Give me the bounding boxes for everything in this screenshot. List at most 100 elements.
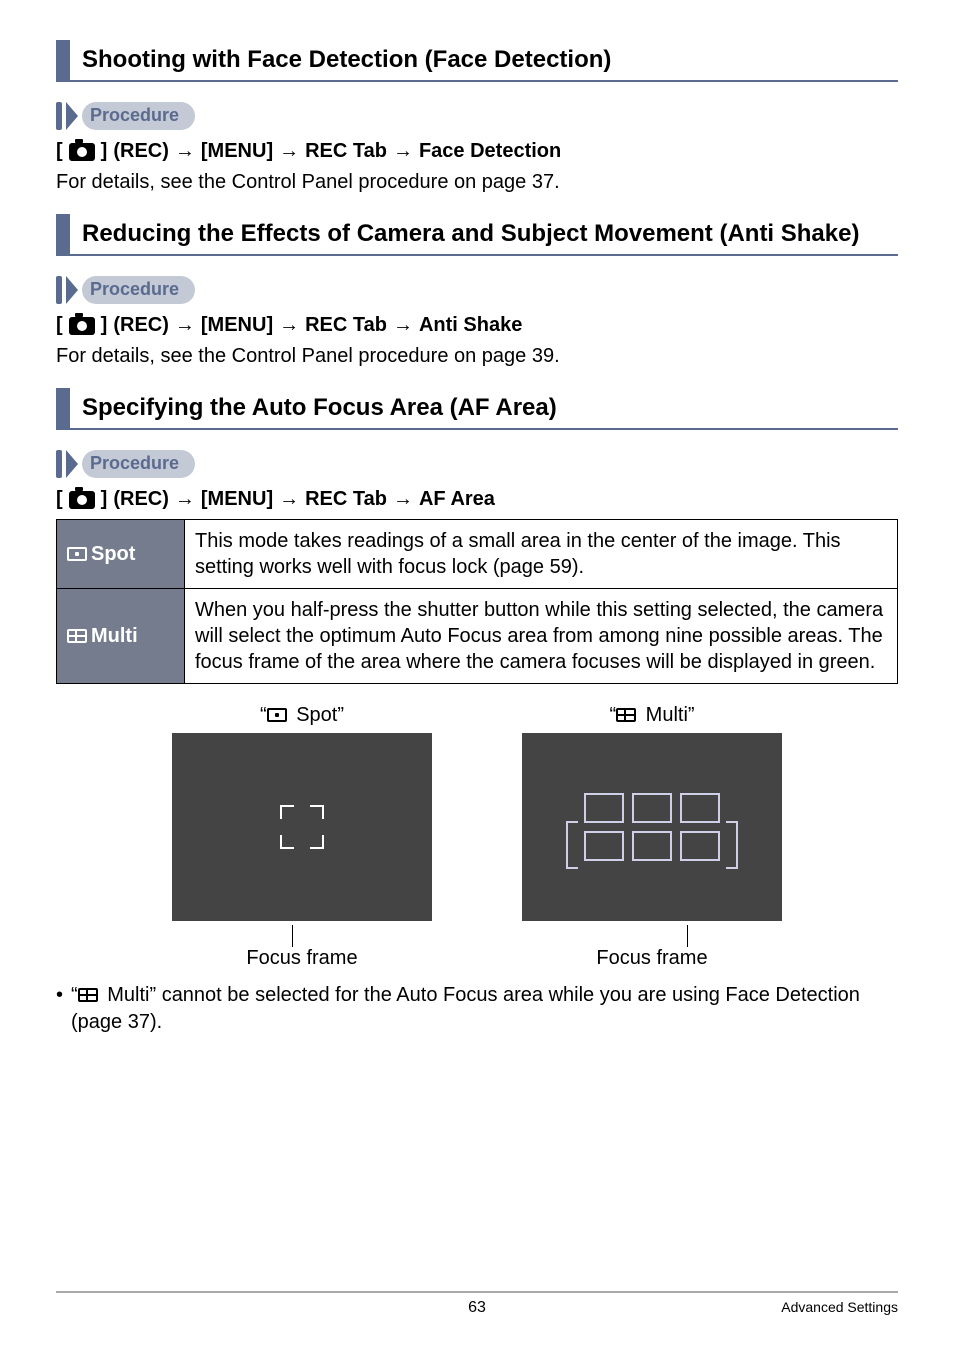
af-spot-header: Spot: [57, 520, 185, 589]
spot-icon: [67, 547, 87, 561]
path-seg: (REC): [113, 140, 169, 163]
procedure-label: Procedure: [56, 276, 195, 304]
procedure-path-af: [ ] (REC) → [MENU] → REC Tab → AF Area: [56, 488, 898, 511]
af-note-text: “ Multi” cannot be selected for the Auto…: [71, 982, 898, 1036]
procedure-arrow-icon: [66, 450, 78, 478]
note-prefix: “: [71, 984, 78, 1006]
anti-body-text: For details, see the Control Panel proce…: [56, 343, 898, 370]
heading-face-detection: Shooting with Face Detection (Face Detec…: [56, 40, 898, 82]
page-footer: 63 Advanced Settings: [56, 1291, 898, 1317]
preview-spot: “ Spot” Focus frame: [172, 704, 432, 970]
path-seg: AF Area: [419, 488, 495, 511]
multi-icon: [616, 708, 636, 722]
procedure-path-anti: [ ] (REC) → [MENU] → REC Tab → Anti Shak…: [56, 314, 898, 337]
multi-label: Multi: [91, 625, 138, 647]
arrow-icon: →: [175, 488, 195, 511]
preview-multi-caption: “ Multi”: [522, 704, 782, 727]
focus-frame-multi: [580, 789, 724, 865]
corner-icon: [280, 805, 294, 819]
af-note: • “ Multi” cannot be selected for the Au…: [56, 982, 898, 1036]
grid-cell: [632, 793, 672, 823]
procedure-pill: Procedure: [82, 276, 195, 304]
af-multi-header: Multi: [57, 589, 185, 684]
arrow-icon: →: [279, 140, 299, 163]
procedure-label: Procedure: [56, 102, 195, 130]
procedure-bar: [56, 276, 62, 304]
camera-icon: [69, 317, 95, 335]
cap-prefix: “: [609, 704, 616, 726]
path-seg: [MENU]: [201, 140, 273, 163]
heading-af-area: Specifying the Auto Focus Area (AF Area): [56, 388, 898, 430]
preview-spot-image: [172, 733, 432, 921]
spot-icon: [267, 708, 287, 722]
footer-row: 63 Advanced Settings: [56, 1299, 898, 1317]
open-bracket: [: [56, 314, 63, 337]
corner-icon: [280, 835, 294, 849]
focus-frame-label: Focus frame: [522, 947, 782, 970]
open-bracket: [: [56, 140, 63, 163]
preview-multi-image: [522, 733, 782, 921]
camera-icon: [69, 491, 95, 509]
bullet-icon: •: [56, 982, 71, 1036]
path-seg: [MENU]: [201, 488, 273, 511]
close-bracket: ]: [101, 314, 108, 337]
arrow-icon: →: [175, 314, 195, 337]
procedure-bar: [56, 102, 62, 130]
path-seg: REC Tab: [305, 488, 387, 511]
cap-suffix: Spot”: [291, 704, 344, 726]
grid-cell: [632, 831, 672, 861]
arrow-icon: →: [393, 140, 413, 163]
arrow-icon: →: [279, 488, 299, 511]
preview-multi: “ Multi” Focus frame: [522, 704, 782, 970]
af-area-table: Spot This mode takes readings of a small…: [56, 519, 898, 684]
preview-spot-caption: “ Spot”: [172, 704, 432, 727]
pointer-line: [687, 925, 688, 947]
procedure-pill: Procedure: [82, 102, 195, 130]
arrow-icon: →: [393, 488, 413, 511]
multi-icon: [67, 629, 87, 643]
procedure-arrow-icon: [66, 102, 78, 130]
spot-label: Spot: [91, 543, 135, 565]
camera-icon: [69, 143, 95, 161]
path-seg: Face Detection: [419, 140, 561, 163]
procedure-pill: Procedure: [82, 450, 195, 478]
arrow-icon: →: [175, 140, 195, 163]
af-previews: “ Spot” Focus frame “ Multi” Focus fra: [56, 704, 898, 970]
close-bracket: ]: [101, 140, 108, 163]
path-seg: (REC): [113, 314, 169, 337]
heading-anti-shake: Reducing the Effects of Camera and Subje…: [56, 214, 898, 256]
bracket-left-icon: [566, 821, 578, 869]
note-body: Multi” cannot be selected for the Auto F…: [71, 984, 860, 1033]
cap-prefix: “: [260, 704, 267, 726]
corner-icon: [310, 835, 324, 849]
af-spot-desc: This mode takes readings of a small area…: [185, 520, 898, 589]
arrow-icon: →: [279, 314, 299, 337]
path-seg: Anti Shake: [419, 314, 522, 337]
table-row: Multi When you half-press the shutter bu…: [57, 589, 898, 684]
bracket-right-icon: [726, 821, 738, 869]
procedure-label: Procedure: [56, 450, 195, 478]
af-multi-desc: When you half-press the shutter button w…: [185, 589, 898, 684]
grid-cell: [584, 793, 624, 823]
multi-icon: [78, 988, 98, 1002]
path-seg: REC Tab: [305, 314, 387, 337]
grid-cell: [680, 793, 720, 823]
procedure-path-face: [ ] (REC) → [MENU] → REC Tab → Face Dete…: [56, 140, 898, 163]
procedure-bar: [56, 450, 62, 478]
procedure-arrow-icon: [66, 276, 78, 304]
cap-suffix: Multi”: [640, 704, 694, 726]
face-body-text: For details, see the Control Panel proce…: [56, 169, 898, 196]
pointer-line: [292, 925, 293, 947]
path-seg: (REC): [113, 488, 169, 511]
close-bracket: ]: [101, 488, 108, 511]
page-number: 63: [468, 1299, 486, 1317]
open-bracket: [: [56, 488, 63, 511]
footer-section-label: Advanced Settings: [781, 1299, 898, 1315]
focus-frame-label: Focus frame: [172, 947, 432, 970]
path-seg: REC Tab: [305, 140, 387, 163]
path-seg: [MENU]: [201, 314, 273, 337]
footer-divider: [56, 1291, 898, 1293]
corner-icon: [310, 805, 324, 819]
grid-cell: [584, 831, 624, 861]
arrow-icon: →: [393, 314, 413, 337]
